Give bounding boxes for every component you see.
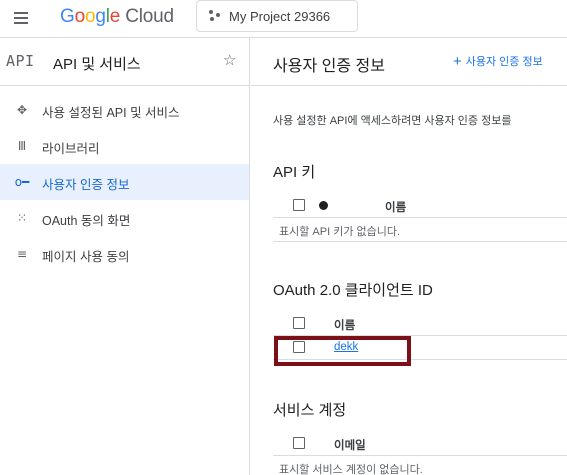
plus-icon: +	[453, 53, 462, 70]
select-all-checkbox[interactable]	[293, 437, 305, 449]
status-icon	[319, 201, 328, 210]
sidebar-item-credentials[interactable]: o━ 사용자 인증 정보	[0, 164, 249, 200]
select-all-checkbox[interactable]	[293, 199, 305, 211]
empty-message: 표시할 API 키가 없습니다.	[279, 226, 401, 238]
menu-icon[interactable]	[10, 8, 32, 28]
oauth-consent-icon: ⁙	[16, 211, 28, 225]
sidebar-title: API 및 서비스	[53, 56, 141, 73]
api-keys-table: 이름 표시할 API 키가 없습니다.	[273, 194, 567, 242]
table-header: 이름	[273, 194, 567, 218]
library-icon: Ⅲ	[17, 139, 27, 153]
project-name: My Project 29366	[229, 8, 331, 24]
sidebar-item-label: 사용 설정된 API 및 서비스	[42, 106, 180, 120]
sidebar-item-label: OAuth 동의 화면	[42, 214, 131, 228]
table-header: 이름	[273, 312, 567, 336]
sidebar-item-label: 페이지 사용 동의	[42, 250, 130, 264]
service-accounts-title: 서비스 계정	[273, 402, 347, 419]
sidebar-item-library[interactable]: Ⅲ 라이브러리	[0, 128, 249, 164]
select-all-checkbox[interactable]	[293, 317, 305, 329]
sidebar-header: API API 및 서비스 ☆	[0, 38, 249, 86]
top-bar: Google Cloud My Project 29366	[0, 0, 567, 38]
page-description: 사용 설정한 API에 액세스하려면 사용자 인증 정보를	[273, 115, 512, 127]
enabled-apis-icon: ✥	[16, 103, 28, 117]
column-email: 이메일	[334, 440, 366, 452]
service-accounts-table: 이메일 표시할 서비스 계정이 없습니다.	[273, 432, 567, 475]
sidebar-item-label: 사용자 인증 정보	[42, 178, 130, 192]
project-picker[interactable]: My Project 29366	[196, 0, 358, 32]
sidebar-item-page-usage[interactable]: ≡ 페이지 사용 동의	[0, 236, 249, 272]
star-icon[interactable]: ☆	[223, 51, 236, 69]
column-name: 이름	[334, 320, 356, 332]
create-credentials-label: 사용자 인증 정보	[465, 56, 543, 68]
empty-row: 표시할 API 키가 없습니다.	[273, 218, 567, 242]
api-logo-icon: API	[6, 52, 35, 70]
column-name: 이름	[385, 202, 407, 214]
sidebar: API API 및 서비스 ☆ ✥ 사용 설정된 API 및 서비스 Ⅲ 라이브…	[0, 38, 250, 475]
page-title: 사용자 인증 정보	[273, 58, 385, 75]
empty-row: 표시할 서비스 계정이 없습니다.	[273, 456, 567, 475]
main-content: 사용자 인증 정보 + 사용자 인증 정보 사용 설정한 API에 액세스하려면 …	[251, 38, 567, 475]
api-keys-title: API 키	[273, 164, 316, 181]
main-header: 사용자 인증 정보 + 사용자 인증 정보	[251, 38, 567, 86]
oauth-title: OAuth 2.0 클라이언트 ID	[273, 282, 433, 299]
highlight-box	[274, 336, 411, 366]
key-icon: o━	[14, 175, 30, 189]
google-cloud-logo[interactable]: Google Cloud	[60, 6, 174, 28]
project-icon	[209, 10, 221, 22]
sidebar-item-enabled-apis[interactable]: ✥ 사용 설정된 API 및 서비스	[0, 92, 249, 128]
sidebar-item-label: 라이브러리	[42, 142, 100, 156]
page-usage-icon: ≡	[16, 247, 28, 261]
sidebar-item-oauth-consent[interactable]: ⁙ OAuth 동의 화면	[0, 200, 249, 236]
table-header: 이메일	[273, 432, 567, 456]
create-credentials-button[interactable]: + 사용자 인증 정보	[453, 53, 543, 70]
empty-message: 표시할 서비스 계정이 없습니다.	[279, 464, 423, 475]
